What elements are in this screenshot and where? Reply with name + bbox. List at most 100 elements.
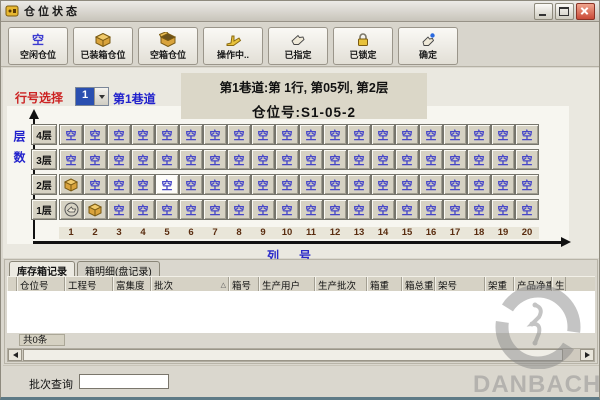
grid-cell-empty[interactable]: 空 xyxy=(107,124,131,145)
row-indicator-header[interactable] xyxy=(7,277,17,292)
dropdown-button[interactable] xyxy=(94,88,108,105)
grid-cell-empty[interactable]: 空 xyxy=(515,199,539,220)
column-header[interactable]: 架重 xyxy=(485,277,514,292)
column-header[interactable]: 生产用户 xyxy=(259,277,315,292)
grid-cell-empty[interactable]: 空 xyxy=(515,149,539,170)
grid-cell-empty[interactable]: 空 xyxy=(179,124,203,145)
grid-cell-empty[interactable]: 空 xyxy=(83,174,107,195)
grid-cell-empty[interactable]: 空 xyxy=(299,149,323,170)
grid-cell-empty[interactable]: 空 xyxy=(251,199,275,220)
grid-cell-empty[interactable]: 空 xyxy=(203,199,227,220)
grid-cell-empty[interactable]: 空 xyxy=(107,174,131,195)
column-header[interactable]: 箱重 xyxy=(367,277,402,292)
grid-cell-empty[interactable]: 空 xyxy=(467,124,491,145)
grid-cell-empty[interactable]: 空 xyxy=(347,174,371,195)
grid-cell-empty[interactable]: 空 xyxy=(323,149,347,170)
grid-cell-empty[interactable]: 空 xyxy=(467,149,491,170)
grid-cell-empty[interactable]: 空 xyxy=(323,199,347,220)
column-header[interactable]: 生 xyxy=(552,277,566,292)
column-header[interactable]: 生产批次 xyxy=(315,277,367,292)
grid-cell-empty[interactable]: 空 xyxy=(371,149,395,170)
grid-cell-empty[interactable]: 空 xyxy=(155,199,179,220)
column-header[interactable]: 架号 xyxy=(435,277,485,292)
maximize-button[interactable] xyxy=(555,3,574,20)
grid-cell-empty[interactable]: 空 xyxy=(395,149,419,170)
grid-cell-empty[interactable]: 空 xyxy=(419,199,443,220)
grid-cell-empty[interactable]: 空 xyxy=(491,149,515,170)
minimize-button[interactable] xyxy=(534,3,553,20)
grid-cell-empty[interactable]: 空 xyxy=(491,174,515,195)
grid-cell-empty[interactable]: 空 xyxy=(299,124,323,145)
grid-cell-empty[interactable]: 空 xyxy=(203,124,227,145)
grid-cell-empty[interactable]: 空 xyxy=(275,199,299,220)
column-header[interactable]: 产品净重 xyxy=(514,277,552,292)
horizontal-scrollbar[interactable] xyxy=(7,348,595,362)
row-select-dropdown[interactable]: 1 xyxy=(75,87,109,106)
grid-cell-empty[interactable]: 空 xyxy=(179,199,203,220)
grid-cell-box[interactable] xyxy=(59,174,83,195)
toolbar-button-confirm[interactable]: 确定 xyxy=(398,27,458,65)
grid-cell-empty[interactable]: 空 xyxy=(203,174,227,195)
toolbar-button-empty-box-slot[interactable]: 空箱仓位 xyxy=(138,27,198,65)
titlebar[interactable]: 仓位状态 xyxy=(1,1,599,22)
grid-cell-empty[interactable]: 空 xyxy=(83,124,107,145)
close-button[interactable] xyxy=(576,3,595,20)
scroll-left-button[interactable] xyxy=(8,349,22,361)
grid-cell-empty[interactable]: 空 xyxy=(155,124,179,145)
grid-cell-empty[interactable]: 空 xyxy=(491,199,515,220)
column-header[interactable]: 箱号 xyxy=(229,277,259,292)
grid-cell-empty[interactable]: 空 xyxy=(107,149,131,170)
grid-cell-empty[interactable]: 空 xyxy=(227,149,251,170)
grid-cell-empty[interactable]: 空 xyxy=(443,199,467,220)
grid-cell-empty[interactable]: 空 xyxy=(83,149,107,170)
toolbar-button-boxed-slot[interactable]: 已装箱仓位 xyxy=(73,27,133,65)
grid-cell-empty[interactable]: 空 xyxy=(347,149,371,170)
scrollbar-thumb[interactable] xyxy=(23,349,563,361)
grid-cell-empty[interactable]: 空 xyxy=(395,174,419,195)
grid-cell-empty[interactable]: 空 xyxy=(179,149,203,170)
grid-cell-empty[interactable]: 空 xyxy=(251,124,275,145)
grid-cell-empty[interactable]: 空 xyxy=(131,124,155,145)
toolbar-button-designated[interactable]: 已指定 xyxy=(268,27,328,65)
column-header[interactable]: 箱总重 xyxy=(402,277,435,292)
grid-cell-empty[interactable]: 空 xyxy=(467,199,491,220)
grid-cell-empty[interactable]: 空 xyxy=(419,174,443,195)
grid-cell-empty[interactable]: 空 xyxy=(227,174,251,195)
grid-cell-box[interactable] xyxy=(83,199,107,220)
grid-cell-empty[interactable]: 空 xyxy=(443,124,467,145)
grid-cell-empty[interactable]: 空 xyxy=(107,199,131,220)
grid-cell-selected[interactable]: 空 xyxy=(155,174,179,195)
grid-cell-empty[interactable]: 空 xyxy=(155,149,179,170)
grid-cell-empty[interactable]: 空 xyxy=(371,199,395,220)
grid-cell-empty[interactable]: 空 xyxy=(515,124,539,145)
table-body[interactable] xyxy=(7,291,595,334)
column-header[interactable]: 富集度 xyxy=(113,277,151,292)
grid-cell-designated[interactable] xyxy=(59,199,83,220)
scroll-right-button[interactable] xyxy=(580,349,594,361)
grid-cell-empty[interactable]: 空 xyxy=(59,124,83,145)
column-header[interactable]: 仓位号 xyxy=(17,277,65,292)
grid-cell-empty[interactable]: 空 xyxy=(131,174,155,195)
grid-cell-empty[interactable]: 空 xyxy=(443,149,467,170)
column-header[interactable]: 批次△ xyxy=(151,277,229,292)
grid-cell-empty[interactable]: 空 xyxy=(131,149,155,170)
column-header[interactable]: 工程号 xyxy=(65,277,113,292)
grid-cell-empty[interactable]: 空 xyxy=(323,124,347,145)
grid-cell-empty[interactable]: 空 xyxy=(203,149,227,170)
grid-cell-empty[interactable]: 空 xyxy=(371,124,395,145)
grid-cell-empty[interactable]: 空 xyxy=(227,124,251,145)
grid-cell-empty[interactable]: 空 xyxy=(467,174,491,195)
grid-cell-empty[interactable]: 空 xyxy=(179,174,203,195)
grid-cell-empty[interactable]: 空 xyxy=(275,149,299,170)
grid-cell-empty[interactable]: 空 xyxy=(59,149,83,170)
grid-cell-empty[interactable]: 空 xyxy=(347,199,371,220)
grid-cell-empty[interactable]: 空 xyxy=(515,174,539,195)
grid-cell-empty[interactable]: 空 xyxy=(419,149,443,170)
grid-cell-empty[interactable]: 空 xyxy=(131,199,155,220)
grid-cell-empty[interactable]: 空 xyxy=(299,199,323,220)
grid-cell-empty[interactable]: 空 xyxy=(275,124,299,145)
toolbar-button-idle-slot[interactable]: 空 空闲仓位 xyxy=(8,27,68,65)
grid-cell-empty[interactable]: 空 xyxy=(251,174,275,195)
grid-cell-empty[interactable]: 空 xyxy=(323,174,347,195)
grid-cell-empty[interactable]: 空 xyxy=(395,124,419,145)
